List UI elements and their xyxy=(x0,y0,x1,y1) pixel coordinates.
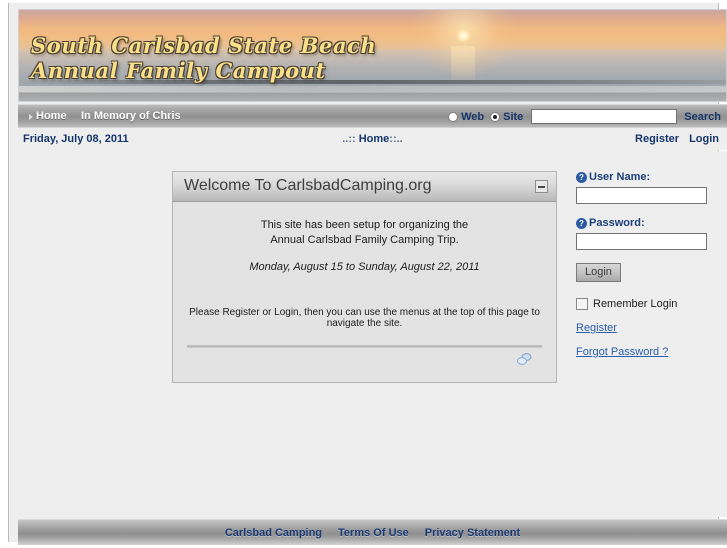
welcome-panel-title: Welcome To CarlsbadCamping.org xyxy=(184,177,432,194)
search-scope-site-radio[interactable] xyxy=(490,111,501,122)
welcome-panel-header: Welcome To CarlsbadCamping.org xyxy=(173,172,556,202)
login-link-top[interactable]: Login xyxy=(689,133,719,145)
nav-arrow-icon xyxy=(29,114,33,120)
username-input[interactable] xyxy=(576,187,707,204)
banner-surf-foam xyxy=(19,86,726,92)
welcome-trip-dates: Monday, August 15 to Sunday, August 22, … xyxy=(249,261,480,273)
footer-link-terms-of-use[interactable]: Terms Of Use xyxy=(338,527,409,539)
breadcrumb-prefix: ..:: xyxy=(342,133,359,145)
password-label-row: ? Password: xyxy=(576,217,716,229)
search-scope-site-label[interactable]: Site xyxy=(503,111,523,123)
welcome-panel-body: This site has been setup for organizing … xyxy=(173,202,556,382)
banner-title-line1: South Carlsbad State Beach xyxy=(31,33,377,58)
password-input[interactable] xyxy=(576,233,707,250)
minus-icon[interactable] xyxy=(535,180,548,193)
search-input[interactable] xyxy=(531,109,678,124)
search-scope-web-radio[interactable] xyxy=(448,111,459,122)
banner-title-line2: Annual Family Campout xyxy=(31,58,326,83)
breadcrumb-suffix: ::.. xyxy=(389,133,403,145)
remember-login-checkbox[interactable] xyxy=(576,298,588,310)
register-link[interactable]: Register xyxy=(576,322,716,334)
username-label-row: ? User Name: xyxy=(576,171,716,183)
nav-item-in-memory-of-chris[interactable]: In Memory of Chris xyxy=(81,110,181,122)
forgot-password-link[interactable]: Forgot Password ? xyxy=(576,346,716,358)
search-scope-web-label[interactable]: Web xyxy=(461,111,484,123)
sun-icon xyxy=(456,28,471,43)
remember-login-label: Remember Login xyxy=(593,298,678,310)
welcome-text-line1: This site has been setup for organizing … xyxy=(260,219,469,231)
sun-reflection xyxy=(451,46,475,80)
breadcrumb-item-home[interactable]: Home xyxy=(359,133,390,145)
panel-footer-icons xyxy=(185,348,544,374)
search-group: Web Site Search xyxy=(448,108,721,125)
password-label: Password: xyxy=(589,217,645,229)
search-button[interactable]: Search xyxy=(684,111,721,123)
register-link-top[interactable]: Register xyxy=(635,133,679,145)
welcome-instruction-text: Please Register or Login, then you can u… xyxy=(189,307,540,329)
banner-shore xyxy=(19,93,726,101)
welcome-panel: Welcome To CarlsbadCamping.org This site… xyxy=(172,171,557,383)
footer-link-privacy-statement[interactable]: Privacy Statement xyxy=(425,527,520,539)
help-question-icon[interactable]: ? xyxy=(576,171,587,183)
help-question-icon[interactable]: ? xyxy=(576,217,587,229)
welcome-text-line2: Annual Carlsbad Family Camping Trip. xyxy=(270,234,459,246)
nav-item-home[interactable]: Home xyxy=(36,110,67,122)
footer-link-carlsbad-camping[interactable]: Carlsbad Camping xyxy=(225,527,322,539)
site-banner: South Carlsbad State Beach Annual Family… xyxy=(18,9,727,102)
remember-login-row: Remember Login xyxy=(576,298,716,310)
main-content-area: Welcome To CarlsbadCamping.org This site… xyxy=(18,151,727,517)
link-share-icon[interactable] xyxy=(517,353,532,366)
banner-title: South Carlsbad State Beach Annual Family… xyxy=(31,33,376,83)
login-button[interactable]: Login xyxy=(576,263,621,282)
breadcrumb: ..:: Home::.. xyxy=(18,133,727,145)
login-panel: ? User Name: ? Password: Login Remember … xyxy=(576,171,716,358)
main-navigation-bar: Home In Memory of Chris Web Site Search xyxy=(18,104,727,127)
sub-header-bar: Friday, July 08, 2011 ..:: Home::.. Regi… xyxy=(18,127,727,150)
account-links: Register Login xyxy=(625,133,719,145)
username-label: User Name: xyxy=(589,171,651,183)
page-frame: South Carlsbad State Beach Annual Family… xyxy=(0,0,727,548)
site-footer: Carlsbad Camping Terms Of Use Privacy St… xyxy=(18,519,727,545)
page-body: South Carlsbad State Beach Annual Family… xyxy=(8,3,727,548)
